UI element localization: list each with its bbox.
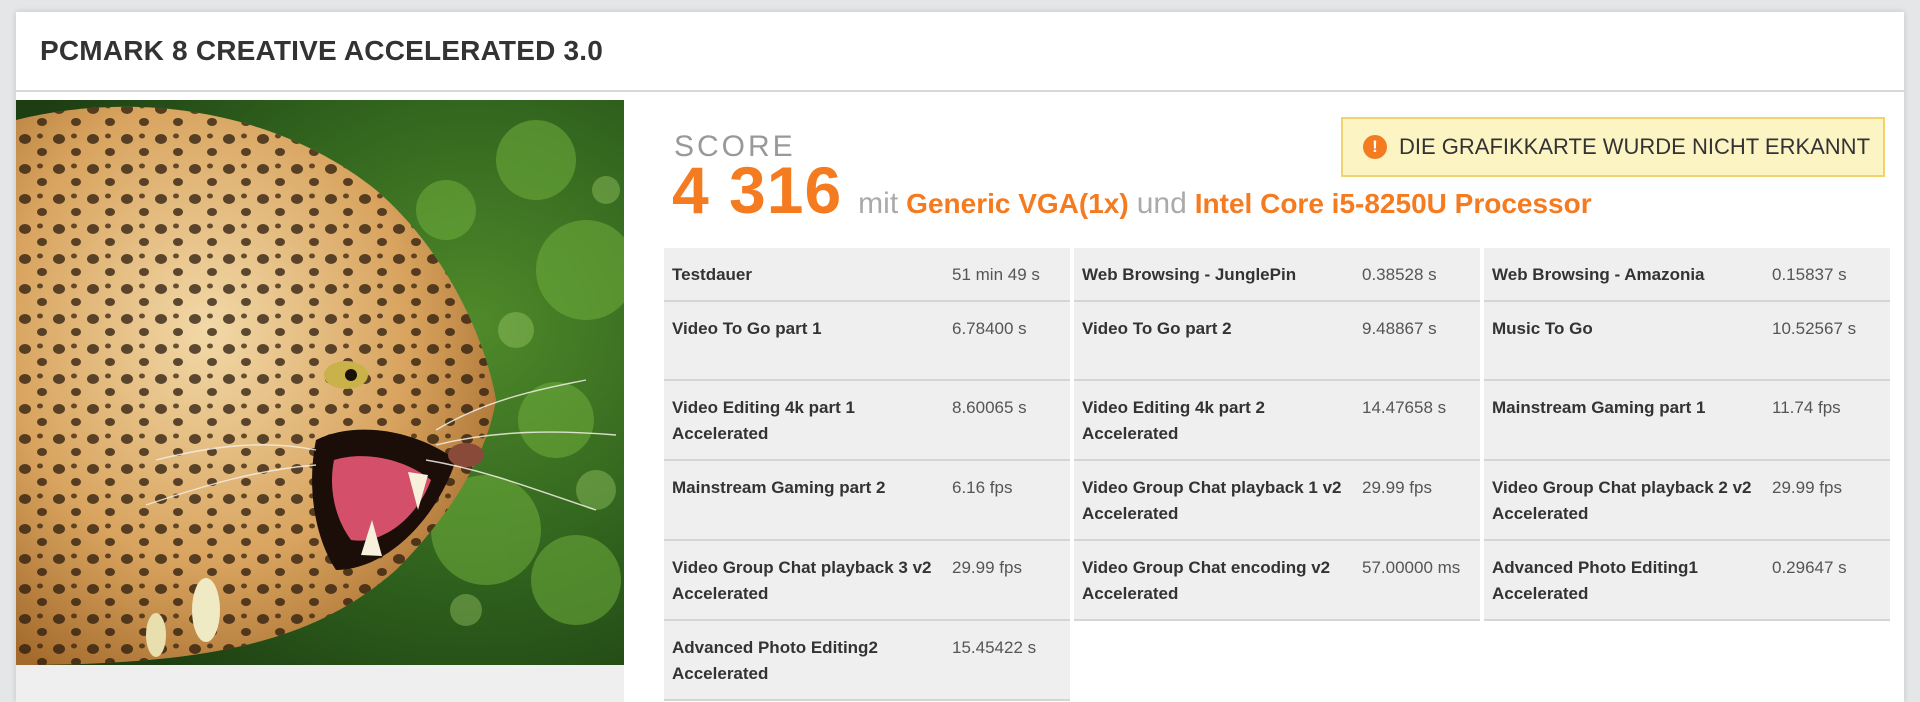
result-name: Video To Go part 2: [1082, 319, 1232, 338]
result-value: 10.52567 s: [1772, 319, 1857, 338]
result-name: Web Browsing - Amazonia: [1492, 265, 1705, 284]
result-cell: Video Group Chat playback 2 v2 Accelerat…: [1484, 461, 1890, 541]
exclamation-icon: !: [1363, 135, 1387, 159]
result-cell: Video Editing 4k part 1 Accelerated 8.60…: [664, 381, 1070, 461]
result-name: Mainstream Gaming part 1: [1492, 398, 1706, 417]
result-value: 9.48867 s: [1362, 319, 1437, 338]
score-und-text: und: [1136, 187, 1187, 220]
result-cell: Advanced Photo Editing1 Accelerated 0.29…: [1484, 541, 1890, 621]
result-name: Video Group Chat playback 2 v2 Accelerat…: [1492, 478, 1752, 523]
result-name: Advanced Photo Editing2 Accelerated: [672, 638, 878, 683]
results-panel: SCORE 4 316 mit Generic VGA(1x) und Inte…: [664, 100, 1904, 701]
result-name: Video To Go part 1: [672, 319, 822, 338]
result-name: Mainstream Gaming part 2: [672, 478, 886, 497]
result-card: PCMARK 8 CREATIVE ACCELERATED 3.0 SCORE …: [16, 12, 1904, 702]
result-name: Video Group Chat playback 3 v2 Accelerat…: [672, 558, 932, 603]
warning-text: DIE GRAFIKKARTE WURDE NICHT ERKANNT: [1399, 134, 1871, 159]
result-name: Video Editing 4k part 1 Accelerated: [672, 398, 855, 443]
result-value: 6.16 fps: [952, 478, 1013, 497]
result-value: 8.60065 s: [952, 398, 1027, 417]
result-cell: Video To Go part 2 9.48867 s: [1074, 302, 1480, 381]
result-cell: Video To Go part 1 6.78400 s: [664, 302, 1070, 381]
result-cell: Testdauer 51 min 49 s: [664, 248, 1070, 302]
result-value: 29.99 fps: [1772, 478, 1842, 497]
cpu-name[interactable]: Intel Core i5-8250U Processor: [1195, 188, 1592, 220]
score-value: 4 316: [672, 153, 843, 227]
result-value: 14.47658 s: [1362, 398, 1447, 417]
result-name: Web Browsing - JunglePin: [1082, 265, 1297, 284]
gpu-warning-banner: ! DIE GRAFIKKARTE WURDE NICHT ERKANNT: [1341, 117, 1885, 177]
result-cell: Mainstream Gaming part 1 11.74 fps: [1484, 381, 1890, 461]
result-name: Video Editing 4k part 2 Accelerated: [1082, 398, 1265, 443]
results-table: Testdauer 51 min 49 s Web Browsing - Jun…: [664, 248, 1898, 701]
card-header: PCMARK 8 CREATIVE ACCELERATED 3.0: [16, 12, 1904, 92]
result-value: 0.29647 s: [1772, 558, 1847, 577]
result-value: 6.78400 s: [952, 319, 1027, 338]
result-name: Advanced Photo Editing1 Accelerated: [1492, 558, 1698, 603]
result-cell: Web Browsing - JunglePin 0.38528 s: [1074, 248, 1480, 302]
result-cell: Advanced Photo Editing2 Accelerated 15.4…: [664, 621, 1070, 701]
score-mit-text: mit: [858, 187, 899, 220]
leopard-photo: [16, 100, 624, 665]
result-value: 0.38528 s: [1362, 265, 1437, 284]
image-panel: [16, 100, 624, 702]
result-value: 29.99 fps: [1362, 478, 1432, 497]
result-cell: Mainstream Gaming part 2 6.16 fps: [664, 461, 1070, 541]
result-cell: Video Editing 4k part 2 Accelerated 14.4…: [1074, 381, 1480, 461]
result-value: 51 min 49 s: [952, 265, 1040, 284]
result-value: 57.00000 ms: [1362, 558, 1461, 577]
result-cell: Web Browsing - Amazonia 0.15837 s: [1484, 248, 1890, 302]
result-value: 0.15837 s: [1772, 265, 1847, 284]
result-cell: Video Group Chat playback 1 v2 Accelerat…: [1074, 461, 1480, 541]
empty-cell: [1074, 621, 1480, 701]
result-cell: Music To Go 10.52567 s: [1484, 302, 1890, 381]
result-name: Music To Go: [1492, 319, 1593, 338]
benchmark-title: PCMARK 8 CREATIVE ACCELERATED 3.0: [40, 35, 604, 66]
result-cell: Video Group Chat encoding v2 Accelerated…: [1074, 541, 1480, 621]
empty-cell: [1484, 621, 1890, 701]
result-name: Video Group Chat playback 1 v2 Accelerat…: [1082, 478, 1342, 523]
result-name: Video Group Chat encoding v2 Accelerated: [1082, 558, 1331, 603]
result-name: Testdauer: [672, 265, 752, 284]
result-cell: Video Group Chat playback 3 v2 Accelerat…: [664, 541, 1070, 621]
gpu-name[interactable]: Generic VGA(1x): [906, 188, 1129, 220]
result-value: 15.45422 s: [952, 638, 1037, 657]
result-value: 29.99 fps: [952, 558, 1022, 577]
result-value: 11.74 fps: [1772, 398, 1841, 417]
